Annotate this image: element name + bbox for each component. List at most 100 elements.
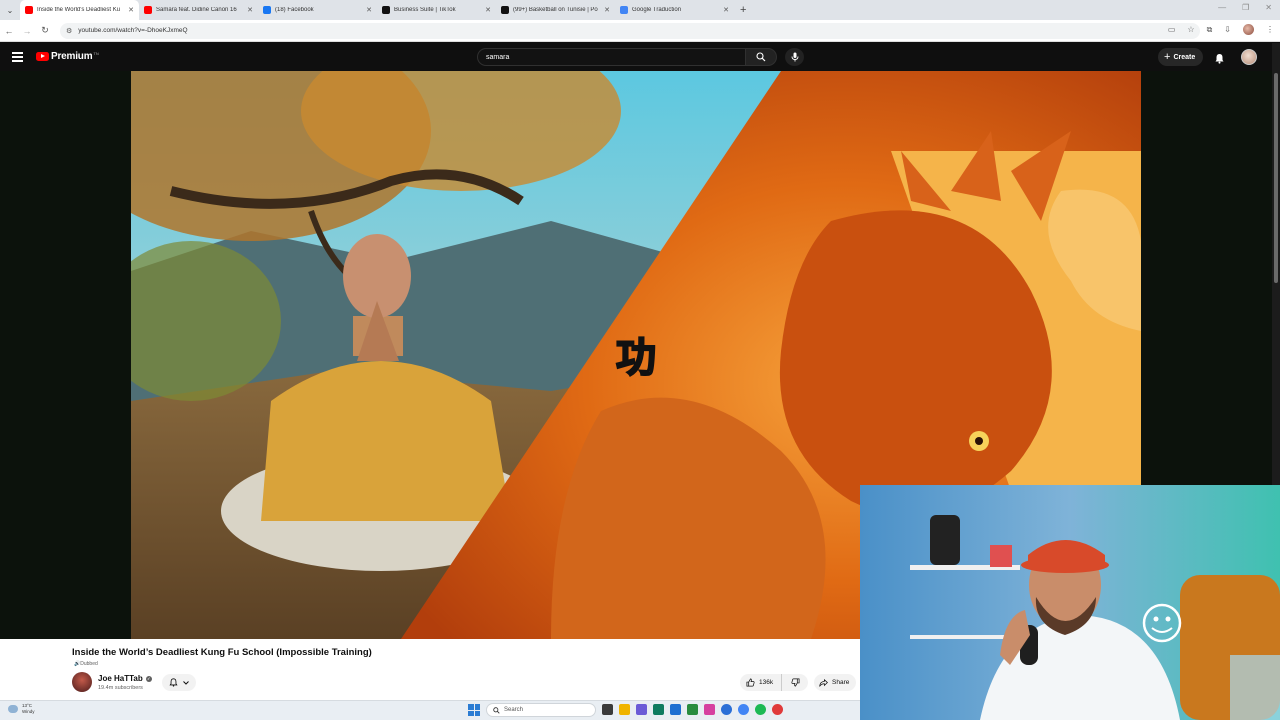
browser-tab[interactable]: Inside the World's Deadliest Ku ✕ bbox=[20, 0, 139, 20]
tab-title: Google Traduction bbox=[632, 7, 682, 13]
taskbar-app-icon[interactable] bbox=[704, 704, 715, 715]
url-text: youtube.com/watch?v=-DhoeKJxmeQ bbox=[78, 27, 188, 34]
tab-title: (18) Facebook bbox=[275, 7, 314, 13]
maximize-icon[interactable]: ❐ bbox=[1242, 3, 1249, 12]
bell-icon bbox=[1215, 54, 1224, 64]
browser-tab[interactable]: (18) Facebook ✕ bbox=[258, 0, 377, 20]
dubbed-badge: 🔊Dubbed bbox=[74, 661, 98, 667]
windows-taskbar: 13°C Windy Search bbox=[0, 700, 860, 720]
taskbar-app-icon[interactable] bbox=[721, 704, 732, 715]
close-tab-icon[interactable]: ✕ bbox=[723, 6, 729, 14]
close-tab-icon[interactable]: ✕ bbox=[485, 6, 491, 14]
minimize-icon[interactable]: — bbox=[1218, 3, 1226, 12]
video-title: Inside the World’s Deadliest Kung Fu Sch… bbox=[72, 647, 372, 658]
taskbar-search[interactable]: Search bbox=[486, 703, 596, 717]
browser-tab-strip: ⌄ Inside the World's Deadliest Ku ✕ Samara… bbox=[0, 0, 1280, 20]
youtube-logo[interactable]: Premium TN bbox=[36, 51, 99, 62]
search-bar: samara bbox=[477, 48, 777, 66]
close-tab-icon[interactable]: ✕ bbox=[247, 6, 253, 14]
forward-icon[interactable]: → bbox=[18, 26, 36, 36]
share-button[interactable]: Share bbox=[814, 674, 857, 691]
tab-search-icon[interactable]: ⌄ bbox=[0, 0, 20, 20]
microphone-icon bbox=[791, 52, 798, 62]
taskbar-app-icons bbox=[602, 704, 783, 715]
taskbar-app-icon[interactable] bbox=[755, 704, 766, 715]
weather-icon bbox=[8, 705, 18, 713]
taskbar-app-icon[interactable] bbox=[670, 704, 681, 715]
site-info-icon[interactable]: ⚙ bbox=[66, 27, 72, 35]
webcam-feed bbox=[860, 485, 1280, 720]
new-tab-button[interactable]: + bbox=[740, 4, 746, 16]
taskbar-app-icon[interactable] bbox=[602, 704, 613, 715]
like-button[interactable]: 136k bbox=[740, 674, 783, 691]
dislike-button[interactable] bbox=[782, 674, 808, 691]
thumbnail-glyph: 功 bbox=[616, 334, 656, 381]
reload-icon[interactable]: ↻ bbox=[36, 25, 54, 36]
browser-tab[interactable]: Google Traduction ✕ bbox=[615, 0, 734, 20]
browser-actions: ▭ ☆ ⧉ ⇩ ⋮ bbox=[1168, 24, 1274, 35]
account-avatar[interactable] bbox=[1241, 49, 1257, 65]
subscription-notifications-button[interactable] bbox=[162, 674, 196, 691]
channel-avatar[interactable] bbox=[72, 672, 92, 692]
menu-icon[interactable] bbox=[12, 52, 23, 64]
bookmark-star-icon[interactable]: ☆ bbox=[1187, 25, 1194, 34]
close-tab-icon[interactable]: ✕ bbox=[366, 6, 372, 14]
tab-title: (99+) Basketball on Tunisie | Po bbox=[513, 7, 598, 13]
taskbar-app-icon[interactable] bbox=[772, 704, 783, 715]
bell-icon bbox=[169, 678, 178, 687]
youtube-play-icon bbox=[36, 52, 49, 61]
subscriber-count: 19.4m subscribers bbox=[98, 685, 143, 691]
notifications-button[interactable] bbox=[1214, 51, 1225, 69]
youtube-header: Premium TN samara + Create bbox=[0, 43, 1280, 71]
taskbar-search-placeholder: Search bbox=[504, 707, 524, 713]
tab-favicon-icon bbox=[144, 6, 152, 14]
browser-tab[interactable]: (99+) Basketball on Tunisie | Po ✕ bbox=[496, 0, 615, 20]
share-label: Share bbox=[832, 679, 850, 686]
taskbar-app-icon[interactable] bbox=[636, 704, 647, 715]
country-code: TN bbox=[93, 51, 99, 56]
taskbar-app-icon[interactable] bbox=[738, 704, 749, 715]
create-label: Create bbox=[1173, 53, 1196, 61]
url-field[interactable]: ⚙ youtube.com/watch?v=-DhoeKJxmeQ bbox=[60, 22, 1200, 39]
tab-title: Business Suite | TikTok bbox=[394, 7, 456, 13]
browser-menu-icon[interactable]: ⋮ bbox=[1266, 25, 1274, 34]
thumbs-up-icon bbox=[746, 678, 755, 687]
weather-widget[interactable]: 13°C Windy bbox=[8, 703, 35, 715]
search-input[interactable]: samara bbox=[477, 48, 745, 66]
taskbar-app-icon[interactable] bbox=[619, 704, 630, 715]
temperature: 13°C bbox=[22, 703, 33, 708]
tab-favicon-icon bbox=[620, 6, 628, 14]
address-bar: ← → ↻ ⚙ youtube.com/watch?v=-DhoeKJxmeQ … bbox=[0, 20, 1280, 42]
create-button[interactable]: + Create bbox=[1158, 48, 1204, 66]
search-button[interactable] bbox=[745, 48, 777, 66]
search-icon bbox=[756, 52, 766, 62]
video-info-panel: Inside the World’s Deadliest Kung Fu Sch… bbox=[0, 639, 860, 700]
plus-icon: + bbox=[1164, 51, 1171, 63]
webcam-overlay bbox=[860, 485, 1280, 720]
downloads-icon[interactable]: ⇩ bbox=[1224, 25, 1231, 34]
taskbar-app-icon[interactable] bbox=[687, 704, 698, 715]
scrollbar-thumb[interactable] bbox=[1274, 73, 1278, 283]
brand-label: Premium bbox=[51, 51, 93, 62]
taskbar-app-icon[interactable] bbox=[653, 704, 664, 715]
close-tab-icon[interactable]: ✕ bbox=[128, 6, 134, 14]
like-count: 136k bbox=[759, 679, 774, 686]
search-icon bbox=[493, 706, 500, 714]
extensions-icon[interactable]: ⧉ bbox=[1207, 25, 1213, 35]
channel-name[interactable]: Joe HaTTab ✓ bbox=[98, 674, 152, 683]
cast-icon[interactable]: ▭ bbox=[1168, 25, 1176, 34]
profile-avatar[interactable] bbox=[1243, 24, 1254, 35]
close-window-icon[interactable]: ✕ bbox=[1265, 3, 1272, 12]
voice-search-button[interactable] bbox=[785, 48, 804, 66]
window-controls: — ❐ ✕ bbox=[1218, 3, 1272, 12]
close-tab-icon[interactable]: ✕ bbox=[604, 6, 610, 14]
back-icon[interactable]: ← bbox=[0, 26, 18, 36]
tab-title: Samara feat. Didine Canon 16 bbox=[156, 7, 237, 13]
windows-start-icon[interactable] bbox=[468, 704, 480, 716]
chevron-down-icon bbox=[183, 680, 189, 685]
verified-icon: ✓ bbox=[145, 675, 152, 682]
browser-tab[interactable]: Business Suite | TikTok ✕ bbox=[377, 0, 496, 20]
weather-condition: Windy bbox=[22, 709, 35, 714]
browser-tab[interactable]: Samara feat. Didine Canon 16 ✕ bbox=[139, 0, 258, 20]
share-icon bbox=[819, 678, 828, 687]
